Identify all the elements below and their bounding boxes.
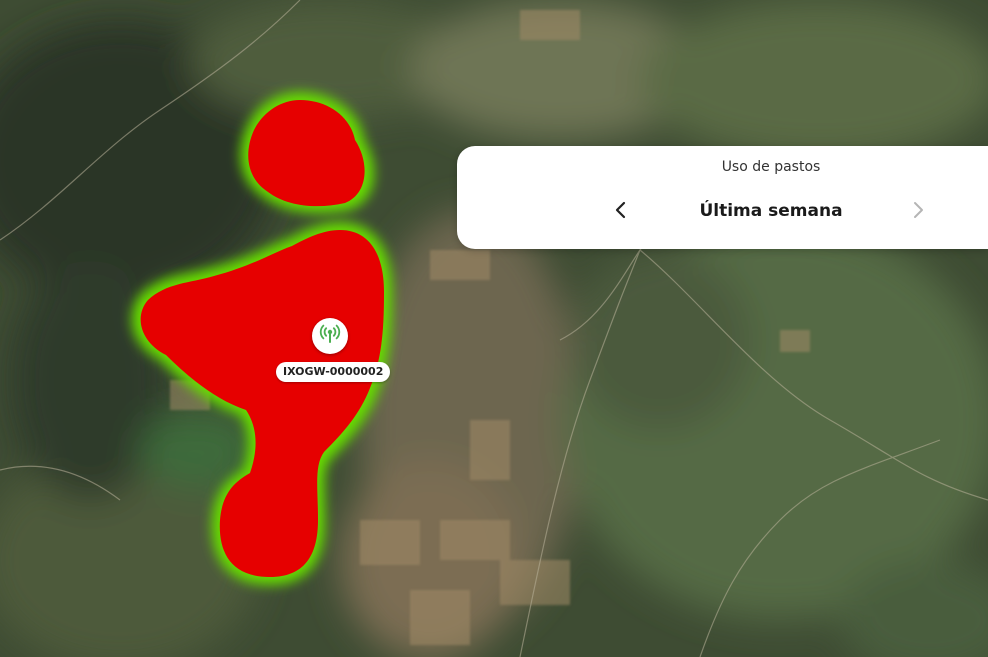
next-period-button[interactable] <box>904 198 932 226</box>
chevron-right-icon <box>911 201 925 223</box>
antenna-icon <box>319 323 341 349</box>
period-selector-panel: Uso de pastos Última semana <box>457 146 988 249</box>
pasture-heatmap <box>131 92 392 585</box>
panel-title: Uso de pastos <box>721 159 821 175</box>
map-view[interactable]: IXOGW-0000002 <box>0 0 988 657</box>
gateway-id-label[interactable]: IXOGW-0000002 <box>276 362 391 382</box>
gateway-marker[interactable] <box>312 318 348 354</box>
